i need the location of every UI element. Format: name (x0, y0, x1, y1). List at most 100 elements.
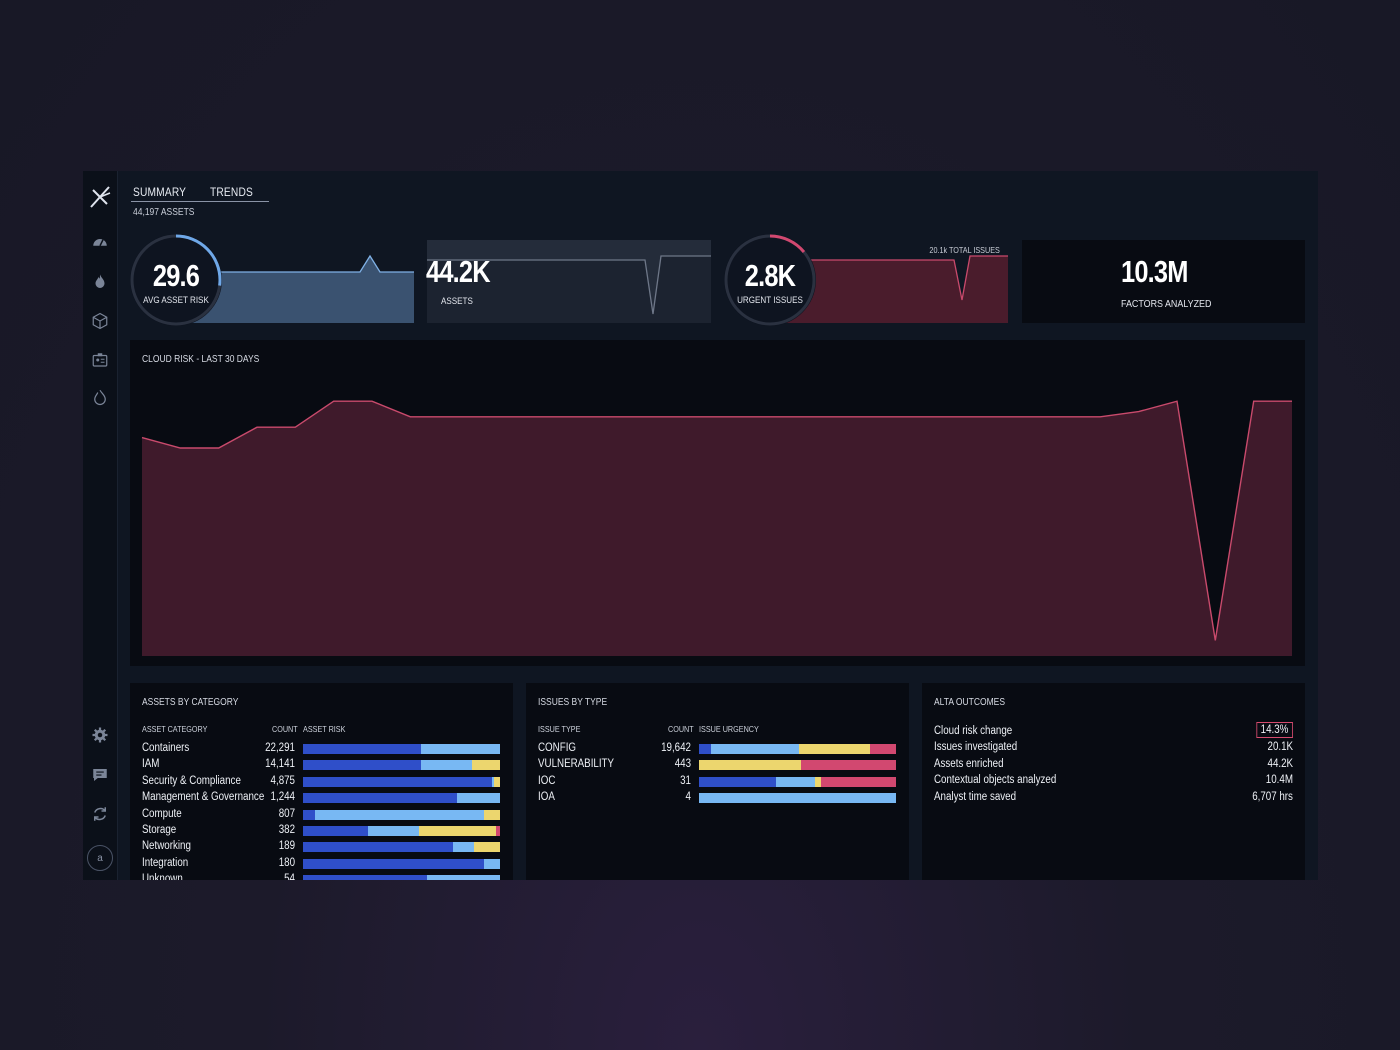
row-count: 807 (278, 807, 295, 820)
bar-segment (710, 744, 800, 754)
fire-alt-icon[interactable] (88, 385, 112, 409)
bar-segment (699, 793, 896, 804)
kpi-factors-analyzed[interactable]: 10.3M FACTORS ANALYZED (1022, 240, 1305, 323)
bar-segment (303, 809, 315, 820)
bar-segment (496, 826, 500, 836)
col-count: COUNT (272, 724, 298, 734)
assets-by-category-title: ASSETS BY CATEGORY (142, 697, 239, 708)
urgent-issues-value: 2.8K (744, 258, 796, 293)
row-bar (303, 744, 500, 754)
row-bar (303, 809, 500, 820)
cloud-risk-chart-panel: CLOUD RISK - LAST 30 DAYS (130, 340, 1305, 666)
row-count: 180 (278, 856, 295, 869)
bar-segment (484, 809, 500, 820)
bar-segment (456, 793, 500, 804)
factors-label: FACTORS ANALYZED (1121, 298, 1212, 310)
bar-segment (421, 744, 500, 754)
outcome-value: 10.4M (1265, 774, 1293, 787)
table-row[interactable]: Unknown 54 (130, 872, 513, 880)
table-row[interactable]: IOC 31 (526, 774, 909, 790)
table-row[interactable]: IAM 14,141 (130, 757, 513, 773)
alta-outcomes-title: ALTA OUTCOMES (934, 697, 1006, 708)
table-row[interactable]: Security & Compliance 4,875 (130, 774, 513, 790)
table-row[interactable]: Storage 382 (130, 823, 513, 839)
tab-trends[interactable]: TRENDS (210, 185, 253, 199)
bar-segment (303, 842, 453, 853)
table-row[interactable]: Compute 807 (130, 807, 513, 823)
bar-segment (801, 760, 896, 771)
logo-icon[interactable] (87, 183, 113, 211)
table-row[interactable]: Integration 180 (130, 856, 513, 872)
outcome-row: Cloud risk change 14.3% (934, 722, 1293, 740)
col-asset-category: ASSET CATEGORY (142, 724, 208, 734)
avatar[interactable]: a (87, 845, 113, 871)
outcome-name: Analyst time saved (934, 790, 1017, 803)
row-count: 443 (674, 758, 691, 771)
outcome-value: 20.1K (1267, 741, 1293, 754)
row-bar (699, 793, 896, 804)
tab-summary[interactable]: SUMMARY (133, 185, 186, 199)
row-bar (699, 776, 896, 787)
gear-icon[interactable] (88, 723, 112, 747)
bar-segment (452, 842, 475, 853)
row-bar (303, 826, 500, 836)
urgent-issues-label: URGENT ISSUES (737, 295, 803, 306)
avatar-initial: a (97, 852, 103, 864)
kpi-avg-asset-risk[interactable]: 29.6 AVG ASSET RISK (130, 234, 414, 326)
id-card-icon[interactable] (88, 348, 112, 372)
row-name: Storage (142, 824, 177, 836)
table-row[interactable]: Management & Governance 1,244 (130, 790, 513, 806)
row-bar (699, 744, 896, 754)
row-bar (699, 760, 896, 771)
cloud-risk-chart[interactable] (130, 340, 1305, 666)
outcome-row: Issues investigated 20.1K (934, 740, 1293, 756)
table-row[interactable]: IOA 4 (526, 790, 909, 806)
row-count: 54 (284, 873, 295, 880)
outcome-name: Contextual objects analyzed (934, 774, 1057, 787)
table-row[interactable]: Containers 22,291 (130, 741, 513, 757)
bar-segment (314, 809, 485, 820)
chat-icon[interactable] (88, 763, 112, 787)
row-name: IOC (538, 774, 556, 787)
row-bar (303, 793, 500, 804)
row-count: 382 (278, 824, 295, 836)
cube-icon[interactable] (88, 309, 112, 333)
col-asset-risk: ASSET RISK (303, 724, 346, 734)
kpi-assets[interactable]: 44.2K ASSETS (426, 240, 711, 323)
row-count: 14,141 (265, 758, 295, 771)
kpi-urgent-issues[interactable]: 20.1k TOTAL ISSUES 2.8K URGENT ISSUES (724, 234, 1008, 326)
outcome-name: Assets enriched (934, 757, 1004, 770)
bar-segment (421, 760, 473, 771)
row-name: Containers (142, 742, 190, 754)
outcome-value: 6,707 hrs (1252, 790, 1293, 803)
issues-by-type-panel: ISSUES BY TYPE ISSUE TYPE COUNT ISSUE UR… (526, 683, 909, 880)
refresh-icon[interactable] (88, 802, 112, 826)
view-tabs: SUMMARY TRENDS (131, 185, 270, 202)
row-bar (303, 776, 500, 787)
bar-segment (427, 875, 500, 880)
avg-risk-value: 29.6 (152, 258, 200, 293)
table-row[interactable]: VULNERABILITY 443 (526, 757, 909, 773)
bar-segment (870, 744, 896, 754)
cloud-risk-chart-title: CLOUD RISK - LAST 30 DAYS (142, 354, 260, 365)
main-content: SUMMARY TRENDS 44,197 ASSETS 29.6 AVG AS… (118, 171, 1318, 880)
bar-segment (303, 826, 368, 836)
row-bar (303, 858, 500, 869)
table-row[interactable]: CONFIG 19,642 (526, 741, 909, 757)
dashboard-gauge-icon[interactable] (88, 230, 112, 254)
outcome-name: Cloud risk change (934, 725, 1013, 737)
flame-icon[interactable] (88, 270, 112, 294)
app-window: a SUMMARY TRENDS 44,197 ASSETS 29.6 AVG … (83, 171, 1318, 880)
row-count: 189 (278, 840, 295, 853)
bar-segment (474, 842, 500, 853)
row-count: 1,244 (270, 791, 295, 804)
sidebar: a (83, 171, 118, 880)
issues-by-type-title: ISSUES BY TYPE (538, 697, 608, 708)
table-row[interactable]: Networking 189 (130, 839, 513, 855)
bar-segment (472, 760, 500, 771)
row-bar (303, 875, 500, 880)
row-count: 4 (685, 791, 691, 804)
bar-segment (821, 776, 896, 787)
bar-segment (419, 826, 497, 836)
bar-segment (303, 858, 485, 869)
